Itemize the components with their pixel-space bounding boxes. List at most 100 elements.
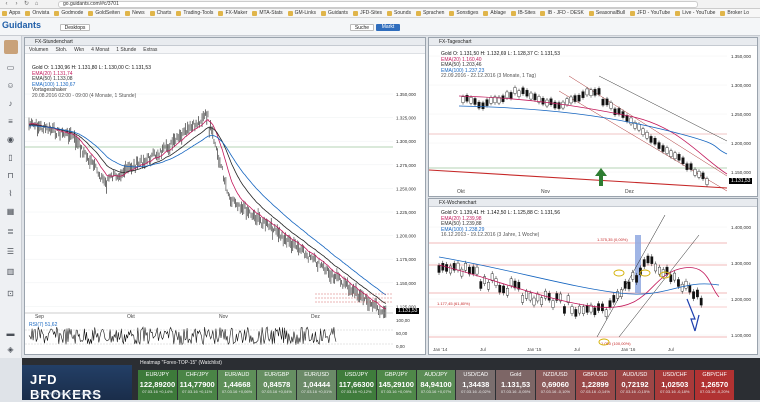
heatmap-tile[interactable]: AUD/USD 0,72192 07.03.16 -0,15% [615, 370, 655, 400]
candle [646, 255, 650, 264]
bookmark-item[interactable]: GoldSeiten [86, 9, 123, 17]
bookmark-item[interactable]: Broker Lo [718, 9, 752, 17]
bookmark-item[interactable]: Guidants [319, 9, 351, 17]
heatmap-tile[interactable]: EUR/JPY 122,89200 07.03.16 +0,14% [138, 370, 177, 400]
book-icon[interactable]: ▥ [4, 266, 17, 277]
y-tick-label: 1.300,000 [731, 261, 752, 266]
daily-chart-panel[interactable]: FX-Tageschart 1.350,000 1.300,000 1.250,00… [428, 37, 758, 197]
folder-icon [2, 10, 7, 16]
heatmap-tile[interactable]: CHF/JPY 114,77900 07.03.16 +0,11% [177, 370, 217, 400]
candle [699, 297, 703, 306]
user-avatar[interactable] [4, 40, 18, 54]
heatmap-tile[interactable]: USD/JPY 117,66300 07.03.16 +0,12% [337, 370, 376, 400]
heatmap-tile[interactable]: GBP/JPY 145,29100 07.03.16 +0,09% [376, 370, 416, 400]
bookmark-item[interactable]: Live - YouTube [673, 9, 718, 17]
bookmark-item[interactable]: MTA-Stats [250, 9, 285, 17]
bookmark-item[interactable]: Ablage [481, 9, 509, 17]
heatmap-tile[interactable]: NZD/USD 0,69060 07.03.16 -0,10% [536, 370, 575, 400]
hourly-chart-panel[interactable]: FX-Stundenchart Volumen Stoh. Wkn 4 Monat 1 … [24, 37, 426, 355]
jfd-brokers-logo[interactable]: JFD BROKERS NEXT GEN FOREX & CFD BROKER [22, 365, 132, 402]
folder-icon [88, 10, 94, 16]
candle [635, 275, 638, 283]
highlight-zone [635, 235, 641, 293]
toolbar-item[interactable]: 1 Stunde [116, 47, 136, 53]
heatmap-tile[interactable]: EUR/GBP 0,84578 07.03.16 +0,04% [257, 370, 297, 400]
back-icon[interactable]: ‹ [2, 1, 11, 8]
folder-icon [287, 10, 293, 16]
bookmark-item[interactable]: Sounds [385, 9, 414, 17]
bookmark-item[interactable]: JFD-Sites [351, 9, 385, 17]
heatmap-tile[interactable]: USD/CAD 1,34438 07.03.16 -0,02% [456, 370, 496, 400]
person-icon[interactable]: ☺ [4, 80, 17, 91]
forward-icon[interactable]: › [12, 1, 21, 8]
search-button[interactable]: Suche [350, 24, 374, 31]
heatmap-tile[interactable]: GBP/USD 1,22899 07.03.16 -0,14% [575, 370, 615, 400]
candle [501, 95, 505, 102]
bookmark-item[interactable]: IB - JFD - DESK [538, 9, 586, 17]
bookmark-item[interactable]: SeasonalBull [587, 9, 628, 17]
y-tick-label: 1.175,000 [396, 257, 417, 262]
cart-icon[interactable]: ⊡ [4, 288, 17, 299]
heatmap-tile[interactable]: USD/CHF 1,02503 07.03.16 -0,18% [655, 370, 695, 400]
toolbar-item[interactable]: Stoh. [55, 47, 67, 53]
market-button[interactable]: Markt [376, 24, 400, 31]
toolbar-item[interactable]: Extras [143, 47, 157, 53]
monitor-icon[interactable]: ▭ [4, 62, 17, 73]
bookmark-item[interactable]: JFD - YouTube [628, 9, 673, 17]
bookmark-item[interactable]: News [123, 9, 148, 17]
list-icon[interactable]: ☰ [4, 246, 17, 257]
bookmark-item[interactable]: FX-Maker [216, 9, 250, 17]
bookmark-item[interactable]: Apps [0, 9, 23, 17]
rsi-tick-label: 100,00 [396, 318, 410, 323]
folder-icon[interactable]: ▬ [4, 328, 17, 339]
menu-icon[interactable]: ≡ [4, 116, 17, 127]
tile-change: 07.03.16 +0,04% [261, 389, 292, 394]
bookmark-item[interactable]: Sprachen [414, 9, 447, 17]
chart-icon[interactable]: ⌇ [4, 188, 17, 199]
tile-change: 07.03.16 +0,06% [221, 389, 253, 394]
bookmark-item[interactable]: GM-Links [286, 9, 319, 17]
settings-icon[interactable]: ◈ [4, 344, 17, 355]
heatmap-tile[interactable]: EUR/USD 1,04444 07.03.16 +0,01% [297, 370, 336, 400]
toolbar-item[interactable]: 4 Monat [91, 47, 109, 53]
heatmap-tile[interactable]: GBP/CHF 1,26570 07.03.16 -0,20% [695, 370, 734, 400]
bookmark-item[interactable]: Godmode [52, 9, 86, 17]
lines-icon[interactable]: ≣ [4, 226, 17, 237]
bookmark-label: Live - YouTube [682, 9, 716, 16]
weekly-chart-panel[interactable]: FX-Wochenchart 1.400,000 1.300,000 1.200,0… [428, 198, 758, 355]
bookmark-item[interactable]: Charts [148, 9, 175, 17]
bookmark-item[interactable]: Onvista [23, 9, 52, 17]
candle [645, 132, 649, 139]
tile-price: 0,69060 [541, 380, 569, 389]
bookmark-icon[interactable]: ⊓ [4, 170, 17, 181]
last-price-label: 1.131,53 [396, 308, 420, 314]
phone-icon[interactable]: ▯ [4, 152, 17, 163]
eye-icon[interactable]: ◉ [4, 134, 17, 145]
candle [631, 272, 635, 280]
candle [471, 266, 475, 274]
toolbar-item[interactable]: Wkn [74, 47, 84, 53]
forecast-path [694, 314, 700, 332]
bookmark-item[interactable]: Trading-Tools [174, 9, 216, 17]
tile-change: 07.03.16 -0,10% [540, 389, 571, 394]
grid-icon[interactable]: ▦ [4, 206, 17, 217]
candle [565, 98, 569, 105]
bookmark-label: MTA-Stats [259, 9, 283, 16]
bell-icon[interactable]: ♪ [4, 98, 17, 109]
bookmark-item[interactable]: IB-Sites [509, 9, 539, 17]
heatmap-tile[interactable]: AUD/JPY 84,94100 07.03.16 +0,07% [416, 370, 456, 400]
heatmap-tile[interactable]: Gold 1.131,53 07.03.16 -0,05% [496, 370, 535, 400]
bookmark-item[interactable]: Sonstiges [447, 9, 481, 17]
candle [475, 266, 479, 275]
reload-icon[interactable]: ↻ [22, 1, 31, 8]
toolbar-item[interactable]: Volumen [29, 47, 48, 53]
candle [489, 97, 493, 104]
folder-icon [54, 10, 60, 16]
heatmap-tile[interactable]: EUR/AUD 1,44668 07.03.16 +0,06% [217, 370, 257, 400]
desktops-button[interactable]: Desktops [60, 24, 90, 31]
home-icon[interactable]: ⌂ [32, 1, 41, 8]
tile-price: 1,34438 [462, 380, 490, 389]
tile-price: 1,44668 [223, 380, 251, 389]
folder-icon [483, 10, 489, 16]
address-input[interactable]: go.guidants.com/#c/3701 [58, 1, 698, 8]
